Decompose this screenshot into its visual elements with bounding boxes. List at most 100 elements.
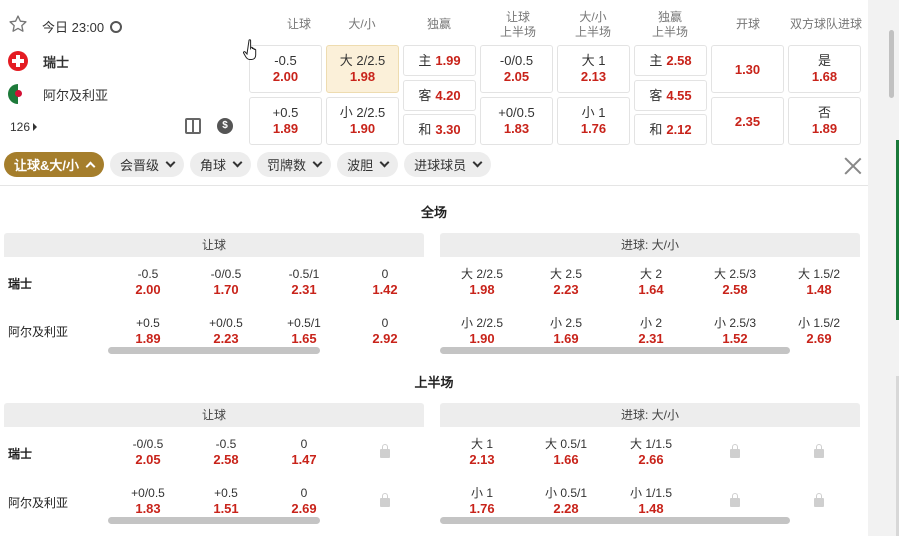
market-line: 小 2.5/3 bbox=[713, 316, 757, 330]
market-cell[interactable]: 小 0.5/1 2.28 bbox=[528, 485, 604, 517]
more-markets-count[interactable]: 126 bbox=[10, 120, 38, 134]
market-cell[interactable]: -0/0.5 1.70 bbox=[188, 266, 264, 298]
market-odd: 2.00 bbox=[135, 282, 161, 297]
odds-value: 1.99 bbox=[435, 52, 461, 68]
market-cell[interactable]: 大 1/1.5 2.66 bbox=[613, 436, 689, 468]
section-title-half: 上半场 bbox=[414, 375, 454, 390]
market-cell[interactable]: +0.5 1.51 bbox=[188, 485, 264, 517]
market-cell[interactable]: 小 1/1.5 1.48 bbox=[613, 485, 689, 517]
market-line: 小 1/1.5 bbox=[629, 486, 673, 500]
caret-right-icon bbox=[33, 123, 38, 131]
tab-goalscorer[interactable]: 进球球员 bbox=[404, 152, 492, 177]
odds-kickoff-away[interactable]: 2.35 bbox=[711, 97, 784, 145]
market-line: +0/0.5 bbox=[131, 486, 165, 500]
market-odd: 2.69 bbox=[806, 331, 832, 346]
odds-line: 主 bbox=[649, 52, 663, 68]
ou-horizontal-scrollbar[interactable] bbox=[440, 517, 790, 524]
col-head-text: 上半场 bbox=[651, 25, 688, 39]
handicap-horizontal-scrollbar[interactable] bbox=[108, 347, 320, 354]
odds-ou-over[interactable]: 大 2/2.5 1.98 bbox=[326, 45, 399, 93]
odds-h1-win-home[interactable]: 主 2.58 bbox=[634, 45, 707, 76]
vertical-scrollbar[interactable] bbox=[889, 30, 894, 98]
tab-label: 让球&大/小 bbox=[14, 158, 80, 173]
market-cell[interactable]: 大 2 1.64 bbox=[613, 266, 689, 298]
market-odd: 2.69 bbox=[291, 501, 317, 516]
market-odd: 2.13 bbox=[469, 452, 495, 467]
market-cell[interactable]: 小 1 1.76 bbox=[444, 485, 520, 517]
odds-value: 2.12 bbox=[666, 121, 692, 137]
odds-win-draw[interactable]: 和 3.30 bbox=[403, 114, 476, 145]
odds-btts-yes[interactable]: 是 1.68 bbox=[788, 45, 861, 93]
market-odd: 1.51 bbox=[213, 501, 239, 516]
odds-h1-hdp-home[interactable]: -0/0.5 2.05 bbox=[480, 45, 553, 93]
odds-line: 小 2/2.5 bbox=[339, 105, 386, 120]
market-odd: 2.31 bbox=[291, 282, 317, 297]
odds-value: 1.98 bbox=[349, 69, 376, 84]
cash-icon[interactable]: $ bbox=[217, 118, 233, 134]
odds-hdp-away[interactable]: +0.5 1.89 bbox=[249, 97, 322, 145]
market-cell[interactable]: +0.5 1.89 bbox=[110, 315, 186, 347]
away-team-name: 阿尔及利亚 bbox=[43, 87, 109, 103]
odds-h1-ou-under[interactable]: 小 1 1.76 bbox=[557, 97, 630, 145]
market-cell[interactable]: +0/0.5 2.23 bbox=[188, 315, 264, 347]
odds-ou-under[interactable]: 小 2/2.5 1.90 bbox=[326, 97, 399, 145]
pitch-icon[interactable] bbox=[185, 118, 201, 134]
market-cell[interactable]: 大 2.5/3 2.58 bbox=[697, 266, 773, 298]
odds-win-home[interactable]: 主 1.99 bbox=[403, 45, 476, 76]
odds-h1-hdp-away[interactable]: +0/0.5 1.83 bbox=[480, 97, 553, 145]
close-icon[interactable] bbox=[843, 156, 863, 176]
chevron-down-icon bbox=[232, 157, 243, 168]
market-cell[interactable]: 大 1.5/2 1.48 bbox=[781, 266, 857, 298]
handicap-horizontal-scrollbar[interactable] bbox=[108, 517, 320, 524]
market-cell[interactable]: 大 1 2.13 bbox=[444, 436, 520, 468]
market-cell[interactable]: -0.5 2.00 bbox=[110, 266, 186, 298]
market-cell[interactable]: 小 1.5/2 2.69 bbox=[781, 315, 857, 347]
tab-corners[interactable]: 角球 bbox=[190, 152, 252, 177]
home-team-name: 瑞士 bbox=[43, 54, 70, 70]
market-count-text: 126 bbox=[10, 120, 31, 134]
market-cell[interactable]: 大 2/2.5 1.98 bbox=[444, 266, 520, 298]
market-cell[interactable]: 小 2.5 1.69 bbox=[528, 315, 604, 347]
tab-correct-score[interactable]: 波胆 bbox=[337, 152, 399, 177]
market-line: +0.5 bbox=[136, 316, 160, 330]
market-cell[interactable]: 0 2.69 bbox=[266, 485, 342, 517]
algeria-flag-icon bbox=[8, 84, 28, 104]
hand-cursor-icon bbox=[243, 39, 257, 60]
lock-icon bbox=[814, 444, 824, 458]
market-odd: 1.65 bbox=[291, 331, 317, 346]
odds-h1-win-draw[interactable]: 和 2.12 bbox=[634, 114, 707, 145]
market-cell[interactable]: 大 2.5 2.23 bbox=[528, 266, 604, 298]
tab-cards[interactable]: 罚牌数 bbox=[257, 152, 332, 177]
market-cell[interactable]: 0 2.92 bbox=[347, 315, 423, 347]
odds-h1-win-away[interactable]: 客 4.55 bbox=[634, 80, 707, 111]
market-cell[interactable]: -0/0.5 2.05 bbox=[110, 436, 186, 468]
market-line: 小 1 bbox=[470, 486, 493, 500]
favorite-star-icon[interactable] bbox=[8, 14, 28, 34]
odds-btts-no[interactable]: 否 1.89 bbox=[788, 97, 861, 145]
market-cell[interactable]: -0.5 2.58 bbox=[188, 436, 264, 468]
ou-horizontal-scrollbar[interactable] bbox=[440, 347, 790, 354]
odds-kickoff-home[interactable]: 1.30 bbox=[711, 45, 784, 93]
tab-handicap-overunder[interactable]: 让球&大/小 bbox=[4, 152, 105, 177]
main-panel: 今日 23:00 瑞士 阿尔及利亚 126 $ 让球 大/小 独赢 让球 上半场 … bbox=[0, 0, 868, 536]
odds-line: 主 bbox=[418, 52, 432, 68]
divider bbox=[0, 185, 868, 186]
market-cell[interactable]: -0.5/1 2.31 bbox=[266, 266, 342, 298]
market-cell[interactable]: +0.5/1 1.65 bbox=[266, 315, 342, 347]
odds-value: 2.13 bbox=[580, 69, 607, 84]
market-cell[interactable]: 0 1.47 bbox=[266, 436, 342, 468]
tab-qualify[interactable]: 会晋级 bbox=[110, 152, 185, 177]
odds-h1-ou-over[interactable]: 大 1 2.13 bbox=[557, 45, 630, 93]
market-cell[interactable]: 大 0.5/1 1.66 bbox=[528, 436, 604, 468]
market-odd: 2.58 bbox=[722, 282, 748, 297]
odds-win-away[interactable]: 客 4.20 bbox=[403, 80, 476, 111]
market-cell[interactable]: +0/0.5 1.83 bbox=[110, 485, 186, 517]
odds-value: 1.30 bbox=[734, 61, 761, 77]
market-odd: 1.70 bbox=[213, 282, 239, 297]
market-cell[interactable]: 0 1.42 bbox=[347, 266, 423, 298]
market-cell[interactable]: 小 2 2.31 bbox=[613, 315, 689, 347]
odds-value: 2.05 bbox=[503, 69, 530, 84]
market-line: 大 0.5/1 bbox=[544, 437, 588, 451]
market-cell[interactable]: 小 2.5/3 1.52 bbox=[697, 315, 773, 347]
market-cell[interactable]: 小 2/2.5 1.90 bbox=[444, 315, 520, 347]
